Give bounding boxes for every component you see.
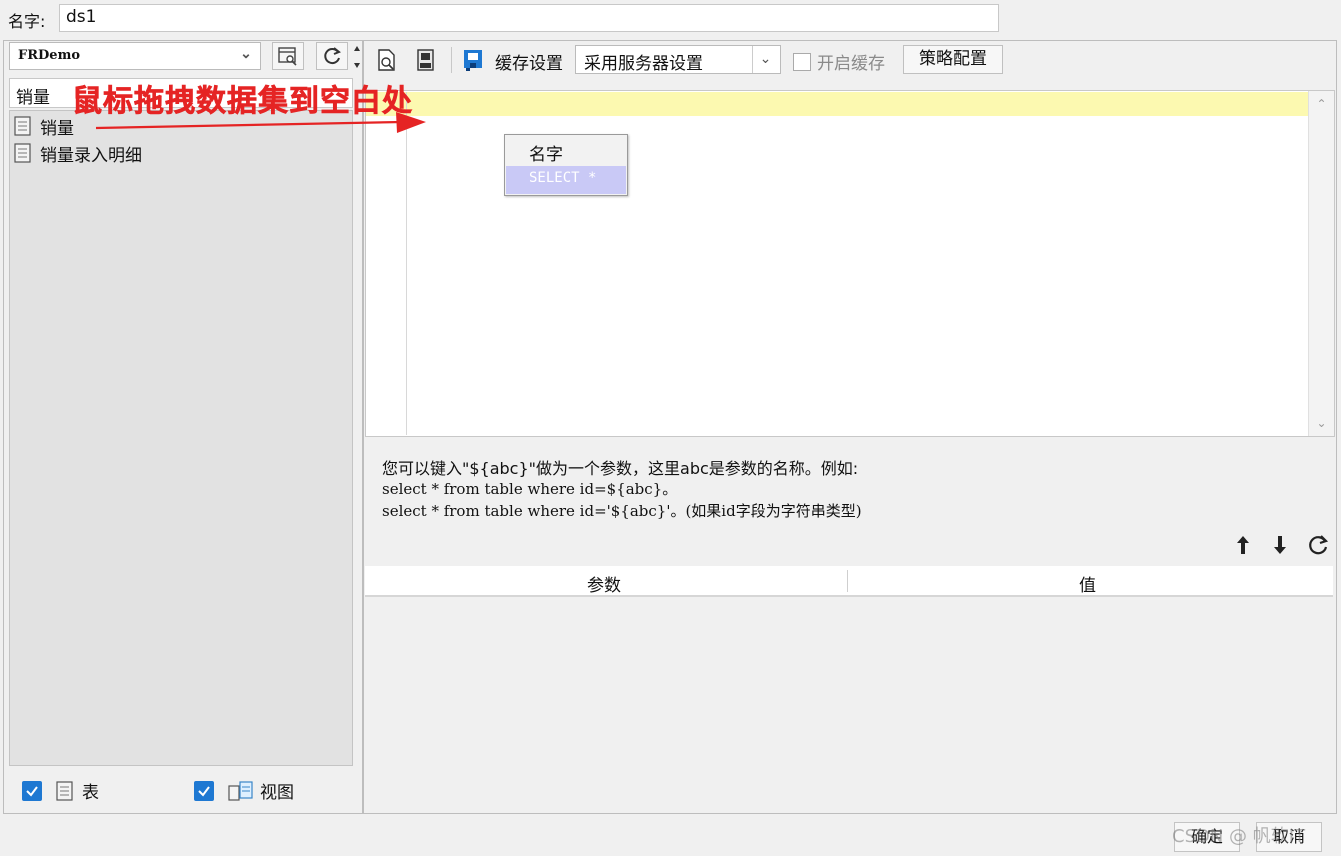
- preview-table-button[interactable]: [272, 42, 304, 70]
- autocomplete-popup: 名字 SELECT *: [504, 134, 628, 196]
- autocomplete-title: 名字: [529, 145, 563, 165]
- arrow-down-icon[interactable]: [1268, 533, 1292, 557]
- chevron-down-icon: ⌄: [240, 46, 252, 62]
- current-line-highlight: [366, 92, 1308, 116]
- filter-table-checkbox[interactable]: 表: [22, 778, 99, 803]
- scroll-down-icon[interactable]: ⌄: [1309, 412, 1334, 434]
- chevron-down-icon: ⌄: [752, 46, 778, 73]
- hint-text: 您可以键入"${abc}"做为一个参数，这里abc是参数的名称。例如:: [382, 459, 859, 478]
- hint-example-2: select * from table where id='${abc}'。(如…: [382, 502, 862, 520]
- toolbar-divider: [451, 47, 452, 73]
- table-tree: 销量 销量录入明细: [9, 110, 353, 766]
- column-header-param[interactable]: 参数: [587, 571, 621, 596]
- annotation-arrow-icon: [95, 112, 426, 133]
- column-header-value[interactable]: 值: [1079, 571, 1096, 596]
- param-table-header: 参数 值: [365, 566, 1333, 597]
- editor-gutter: [406, 92, 407, 435]
- tree-item-label: 销量录入明细: [40, 145, 142, 166]
- filter-view-label: 视图: [260, 783, 294, 803]
- cache-mode-select[interactable]: 采用服务器设置 ⌄: [575, 45, 781, 74]
- cache-mode-value: 采用服务器设置: [584, 54, 703, 74]
- splitter-arrows-icon: [354, 46, 360, 68]
- param-table-body[interactable]: [365, 599, 1333, 809]
- name-label: 名字:: [8, 12, 46, 31]
- database-select[interactable]: FRDemo ⌄: [9, 42, 261, 70]
- scroll-up-icon[interactable]: ⌃: [1309, 93, 1334, 115]
- tree-item-sales-detail[interactable]: 销量录入明细: [14, 140, 142, 166]
- splitter-handle[interactable]: [354, 44, 360, 70]
- tree-item-label: 销量: [40, 118, 74, 139]
- table-preview-icon: [278, 47, 297, 66]
- view-icon: [228, 780, 253, 801]
- sql-icon[interactable]: [415, 48, 437, 72]
- cache-settings-label: 缓存设置: [495, 54, 563, 74]
- strategy-config-button[interactable]: 策略配置: [903, 45, 1003, 74]
- cache-icon[interactable]: [462, 48, 484, 72]
- enable-cache-label: 开启缓存: [817, 54, 885, 74]
- table-icon: [14, 116, 31, 136]
- refresh-button[interactable]: [316, 42, 348, 70]
- editor-scrollbar[interactable]: ⌃ ⌄: [1308, 91, 1334, 436]
- checkbox-checked-icon: [22, 780, 42, 801]
- table-icon: [56, 780, 73, 801]
- filter-table-label: 表: [82, 783, 99, 803]
- checkbox-checked-icon: [194, 780, 214, 801]
- name-input[interactable]: ds1: [59, 4, 999, 32]
- filter-view-checkbox[interactable]: 视图: [194, 778, 294, 803]
- checkbox-unchecked-icon: [793, 52, 811, 71]
- enable-cache-checkbox[interactable]: 开启缓存: [793, 49, 885, 74]
- arrow-up-icon[interactable]: [1231, 533, 1255, 557]
- preview-icon[interactable]: [376, 48, 398, 72]
- column-divider: [847, 570, 848, 592]
- table-icon: [14, 143, 31, 163]
- tree-item-sales[interactable]: 销量: [14, 113, 74, 139]
- hint-example-1: select * from table where id=${abc}。: [382, 480, 678, 498]
- database-select-value: FRDemo: [18, 48, 81, 63]
- refresh-icon: [324, 47, 341, 65]
- watermark: CSDN @ 帆软IT: [1172, 826, 1306, 847]
- refresh-icon[interactable]: [1306, 533, 1330, 557]
- autocomplete-item[interactable]: SELECT *: [506, 166, 626, 194]
